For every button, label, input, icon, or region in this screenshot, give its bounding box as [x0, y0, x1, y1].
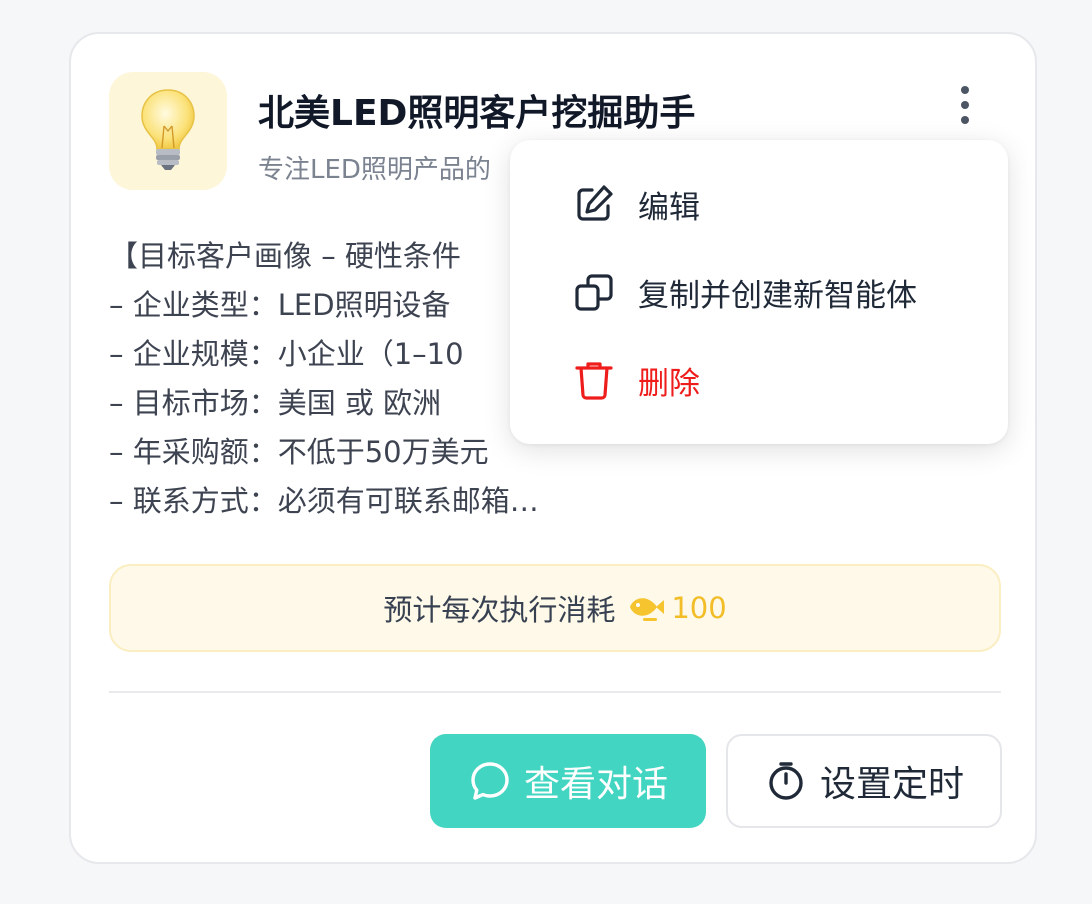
options-dropdown-menu: 编辑 复制并创建新智能体 删除	[510, 140, 1008, 444]
copy-icon	[572, 270, 616, 314]
menu-item-label: 复制并创建新智能体	[638, 277, 917, 314]
menu-item-delete[interactable]: 删除	[572, 350, 700, 410]
edit-icon	[572, 182, 616, 226]
more-vertical-icon	[959, 84, 971, 130]
menu-item-edit[interactable]: 编辑	[572, 174, 700, 234]
trash-icon	[572, 358, 616, 402]
cost-amount: 100	[671, 591, 727, 625]
view-chat-button[interactable]: 查看对话	[430, 734, 706, 828]
chat-bubble-icon	[468, 759, 512, 803]
timer-icon	[764, 759, 808, 803]
more-options-button[interactable]	[947, 82, 983, 132]
card-divider	[109, 691, 1001, 693]
menu-item-duplicate[interactable]: 复制并创建新智能体	[572, 262, 917, 322]
lightbulb-icon	[137, 86, 199, 176]
set-timer-label: 设置定时	[819, 764, 964, 805]
set-timer-button[interactable]: 设置定时	[726, 734, 1002, 828]
menu-item-label: 编辑	[638, 189, 700, 226]
agent-avatar	[109, 72, 227, 190]
cost-estimate-banner: 预计每次执行消耗 100	[109, 564, 1001, 652]
description-line: – 联系方式：必须有可联系邮箱…	[109, 484, 539, 518]
cost-label: 预计每次执行消耗	[383, 593, 616, 627]
menu-item-label: 删除	[638, 365, 700, 402]
fish-coin-icon	[627, 593, 665, 623]
view-chat-label: 查看对话	[523, 764, 668, 805]
agent-title: 北美LED照明客户挖掘助手	[258, 93, 696, 134]
